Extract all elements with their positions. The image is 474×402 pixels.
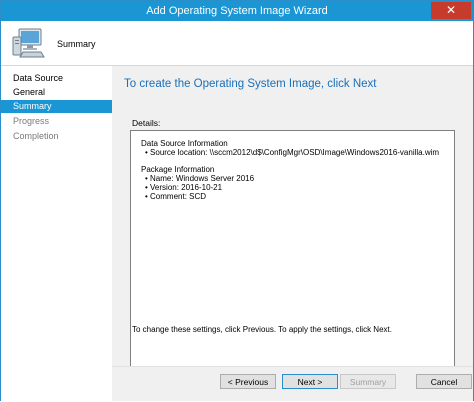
details-item-text: Name: Windows Server 2016 [150, 174, 255, 183]
details-section-title: Package Information [141, 165, 215, 174]
close-icon: ✕ [445, 3, 457, 17]
details-section-title: Data Source Information [141, 139, 228, 148]
close-button[interactable]: ✕ [431, 2, 471, 19]
details-label: Details: [132, 118, 161, 128]
instruction-text: To change these settings, click Previous… [132, 325, 392, 334]
details-textbox[interactable]: Data Source Information • Source locatio… [130, 130, 455, 382]
window-title: Add Operating System Image Wizard [146, 5, 328, 17]
details-item-text: Comment: SCD [150, 192, 207, 201]
wizard-sidebar: Data Source General Summary Progress Com… [1, 66, 112, 402]
wizard-header: Summary [1, 21, 473, 66]
sidebar-item-progress: Progress [13, 116, 50, 126]
details-item-text: Source location: \\sccm2012\d$\ConfigMgr… [150, 148, 440, 157]
computer-icon [11, 27, 45, 59]
cancel-button[interactable]: Cancel [416, 374, 472, 389]
details-list-item: • Version: 2016-10-21 [145, 183, 223, 192]
sidebar-item-completion: Completion [13, 131, 59, 141]
next-button[interactable]: Next > [282, 374, 338, 389]
page-title: To create the Operating System Image, cl… [124, 78, 377, 90]
sidebar-item-data-source[interactable]: Data Source [1, 72, 112, 85]
header-label: Summary [57, 39, 96, 49]
wizard-window: Add Operating System Image Wizard ✕ Summ… [0, 0, 474, 402]
previous-button[interactable]: < Previous [220, 374, 276, 389]
summary-button: Summary [340, 374, 396, 389]
details-item-text: Version: 2016-10-21 [150, 183, 223, 192]
details-list-item: • Name: Windows Server 2016 [145, 174, 255, 183]
details-list-item: • Comment: SCD [145, 192, 207, 201]
details-list-item: • Source location: \\sccm2012\d$\ConfigM… [145, 148, 440, 157]
main-panel: To create the Operating System Image, cl… [112, 66, 473, 382]
sidebar-item-general[interactable]: General [1, 86, 112, 99]
title-bar[interactable]: Add Operating System Image Wizard ✕ [1, 1, 473, 21]
wizard-footer: < Previous Next > Summary Cancel [112, 366, 473, 401]
sidebar-item-summary[interactable]: Summary [1, 100, 112, 113]
